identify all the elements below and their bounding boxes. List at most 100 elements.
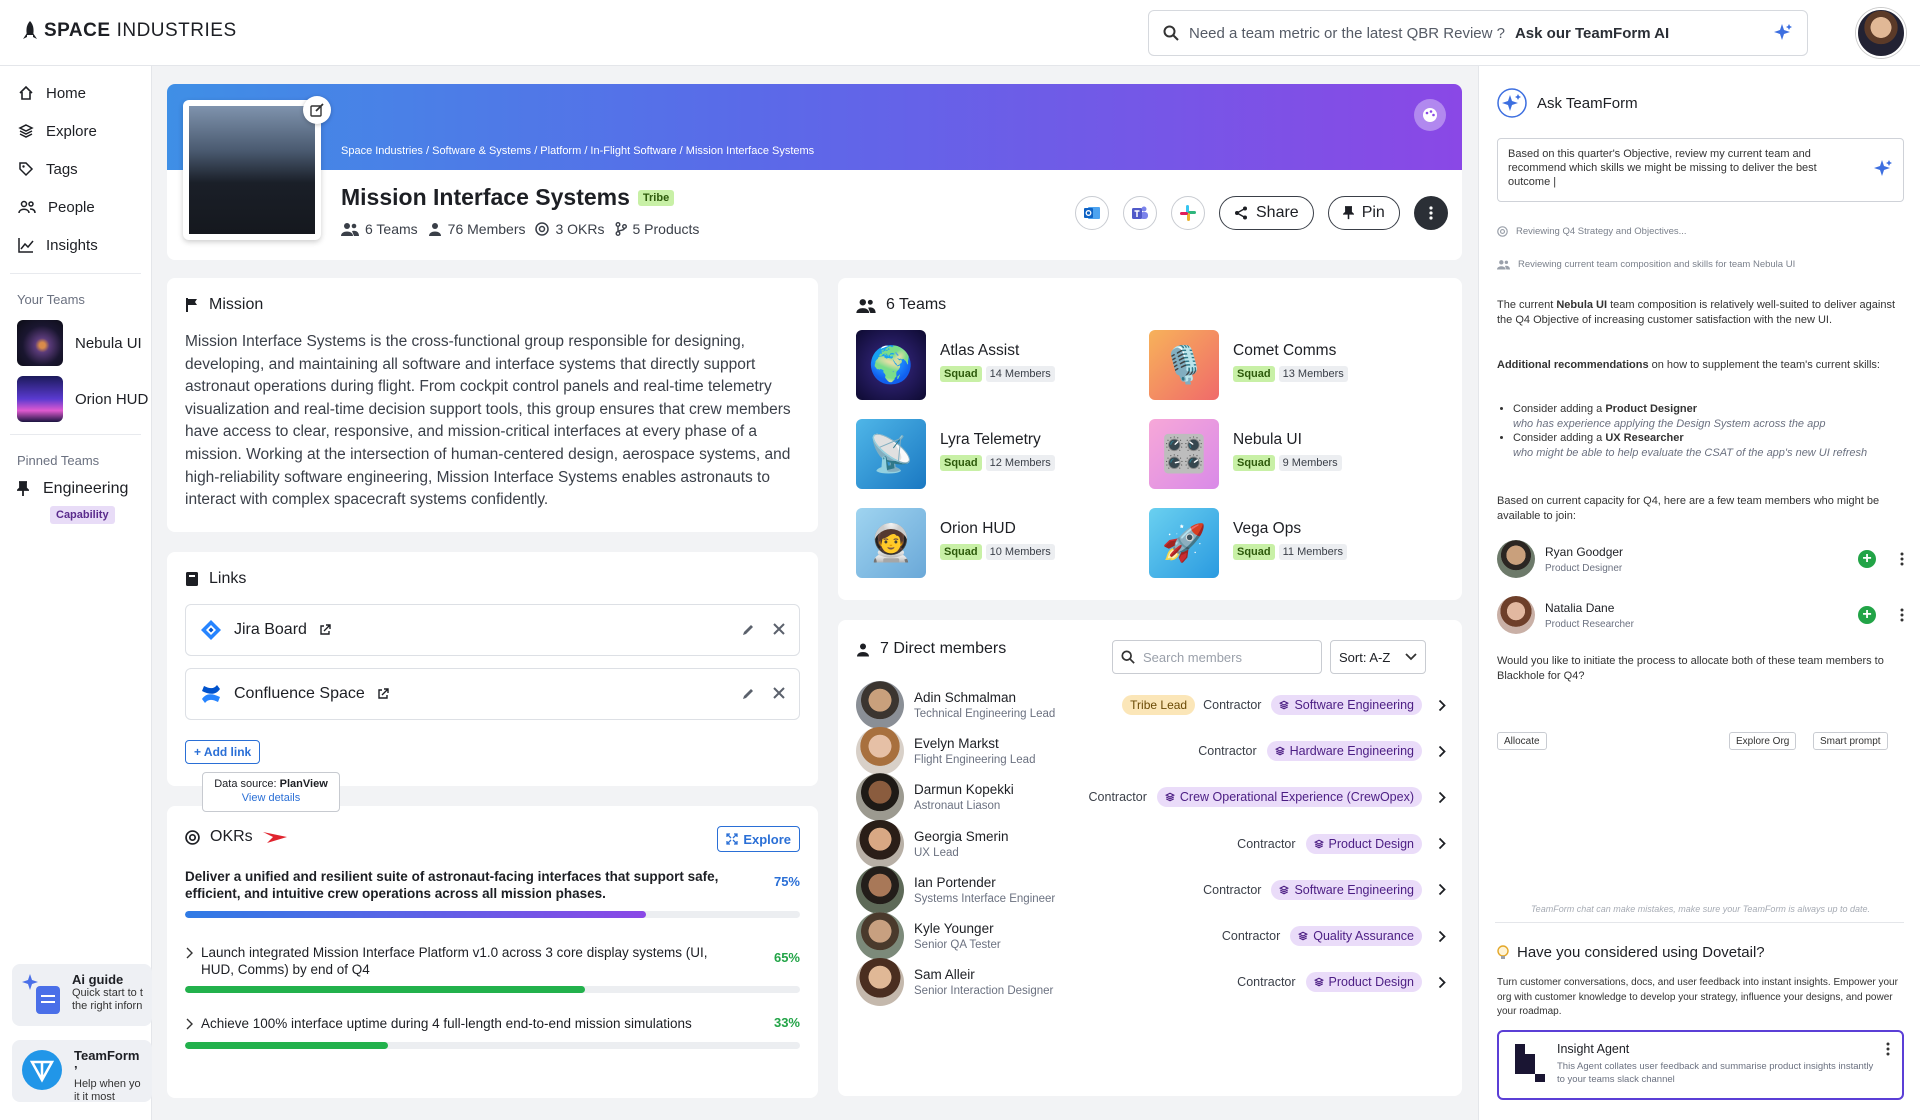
view-details-link[interactable]: View details	[203, 792, 339, 804]
chevron-right-icon[interactable]	[1438, 745, 1446, 758]
capability-badge[interactable]: Software Engineering	[1271, 695, 1422, 715]
okr-sub-progress	[185, 1042, 800, 1049]
okrs-title: OKRs	[210, 828, 253, 845]
allocate-button[interactable]: Allocate	[1497, 732, 1547, 750]
chevron-right-icon[interactable]	[1438, 976, 1446, 989]
chevron-down-icon	[1405, 653, 1417, 661]
sidebar-team-nebula-ui[interactable]: Nebula UI	[0, 315, 151, 371]
kebab-icon[interactable]	[1900, 608, 1904, 622]
chevron-right-icon[interactable]	[1438, 930, 1446, 943]
capability-label: Hardware Engineering	[1289, 744, 1414, 759]
capability-badge[interactable]: Product Design	[1305, 833, 1422, 854]
member-name: Darmun Kopekki	[914, 782, 1014, 798]
tribe-lead-badge: Tribe Lead	[1122, 695, 1196, 715]
brand-logo[interactable]: SPACE INDUSTRIES	[22, 20, 237, 42]
kebab-icon[interactable]	[1886, 1042, 1890, 1056]
team-tile-comet-comms[interactable]: 🎙️ Comet Comms Squad 13 Members	[1149, 330, 1348, 400]
sort-select[interactable]: Sort: A-Z	[1330, 640, 1426, 674]
link-actions	[741, 623, 785, 637]
member-name: Georgia Smerin	[914, 828, 1009, 844]
palette-button[interactable]	[1414, 99, 1446, 131]
pencil-icon[interactable]	[741, 687, 755, 701]
layers-icon	[18, 124, 34, 138]
member-count: 12 Members	[985, 455, 1055, 471]
close-icon[interactable]	[773, 623, 785, 635]
nav-label: Insights	[46, 236, 98, 254]
teamform-logo-icon	[22, 1050, 62, 1090]
okr-sub-1[interactable]: Launch integrated Mission Interface Plat…	[185, 944, 800, 993]
person-role: Product Designer	[1545, 562, 1623, 574]
search-members-input[interactable]: Search members	[1112, 640, 1322, 674]
astronaut-icon: 🧑‍🚀	[856, 508, 926, 578]
member-row[interactable]: Sam Alleir Senior Interaction Designer Con…	[856, 957, 1448, 1007]
suggested-person[interactable]: Natalia Dane Product Researcher +	[1497, 596, 1904, 634]
team-tile-lyra-telemetry[interactable]: 📡 Lyra Telemetry Squad 12 Members	[856, 419, 1055, 489]
member-row[interactable]: Georgia Smerin UX Lead Contractor Product D…	[856, 819, 1448, 869]
insight-agent-card[interactable]: Insight Agent This Agent collates user fe…	[1497, 1030, 1904, 1100]
capability-badge[interactable]: Quality Assurance	[1290, 926, 1422, 946]
sidebar-team-orion-hud[interactable]: Orion HUD	[0, 371, 151, 427]
member-row[interactable]: Ian Portender Systems Interface Engineer C…	[856, 865, 1448, 915]
chevron-right-icon[interactable]	[1438, 883, 1446, 896]
header-actions: Share Pin	[1075, 196, 1448, 230]
suggested-person[interactable]: Ryan Goodger Product Designer +	[1497, 540, 1904, 578]
add-link-button[interactable]: + Add link	[185, 740, 261, 764]
kebab-icon[interactable]	[1900, 552, 1904, 566]
team-tile-orion-hud[interactable]: 🧑‍🚀 Orion HUD Squad 10 Members	[856, 508, 1055, 578]
ai-guide-promo[interactable]: Ai guide Quick start to t the right info…	[12, 964, 152, 1026]
pencil-icon[interactable]	[741, 623, 755, 637]
smart-prompt-button[interactable]: Smart prompt	[1813, 732, 1888, 750]
team-tile-vega-ops[interactable]: 🚀 Vega Ops Squad 11 Members	[1149, 508, 1347, 578]
okr-explore-button[interactable]: Explore	[717, 826, 800, 852]
teamform-promo[interactable]: TeamForm ’ Help when yo it it most	[12, 1040, 152, 1102]
close-icon[interactable]	[773, 687, 785, 699]
add-person-icon[interactable]: +	[1858, 550, 1876, 568]
ai-search-bar[interactable]: Need a team metric or the latest QBR Rev…	[1148, 10, 1808, 56]
member-row[interactable]: Evelyn Markst Flight Engineering Lead Cont…	[856, 726, 1448, 776]
outlook-button[interactable]	[1075, 196, 1109, 230]
layers-icon	[1279, 700, 1290, 710]
member-row[interactable]: Adin Schmalman Technical Engineering Lead…	[856, 680, 1448, 730]
nav-people[interactable]: People	[0, 188, 151, 226]
chevron-right-icon[interactable]	[185, 1018, 193, 1030]
chevron-right-icon[interactable]	[1438, 699, 1446, 712]
capability-badge[interactable]: Hardware Engineering	[1266, 741, 1422, 762]
nav-insights[interactable]: Insights	[0, 226, 151, 264]
nav-explore[interactable]: Explore	[0, 112, 151, 150]
slack-button[interactable]	[1171, 196, 1205, 230]
link-confluence[interactable]: Confluence Space	[185, 668, 800, 720]
dovetail-heading: Have you considered using Dovetail?	[1497, 944, 1904, 961]
link-jira[interactable]: Jira Board	[185, 604, 800, 656]
member-row[interactable]: Darmun Kopekki Astronaut Liason Contractor…	[856, 772, 1448, 822]
pinned-team-engineering[interactable]: Engineering	[0, 476, 151, 498]
ai-prompt-input[interactable]: Based on this quarter's Objective, revie…	[1497, 138, 1904, 202]
resp-text: The current	[1497, 299, 1557, 311]
pin-button[interactable]: Pin	[1327, 196, 1400, 230]
chevron-right-icon[interactable]	[185, 947, 193, 959]
edit-photo-button[interactable]	[303, 96, 331, 124]
team-tags: Squad 10 Members	[940, 544, 1055, 560]
more-options-button[interactable]	[1413, 196, 1448, 230]
member-count: 10 Members	[985, 544, 1055, 560]
chevron-right-icon[interactable]	[1438, 837, 1446, 850]
capability-badge[interactable]: Crew Operational Experience (CrewOpex)	[1156, 787, 1422, 808]
team-tile-nebula-ui[interactable]: 🎛️ Nebula UI Squad 9 Members	[1149, 419, 1342, 489]
teams-button[interactable]	[1123, 196, 1157, 230]
share-button[interactable]: Share	[1219, 196, 1314, 230]
add-person-icon[interactable]: +	[1858, 606, 1876, 624]
chevron-right-icon[interactable]	[1438, 791, 1446, 804]
user-avatar[interactable]	[1856, 8, 1906, 58]
nav-home[interactable]: Home	[0, 74, 151, 112]
capability-badge[interactable]: Product Design	[1305, 972, 1422, 993]
okr-main[interactable]: Deliver a unified and resilient suite of…	[185, 868, 800, 918]
okr-sub-2[interactable]: Achieve 100% interface uptime during 4 f…	[185, 1015, 800, 1049]
explore-org-button[interactable]: Explore Org	[1729, 732, 1797, 750]
prompt-text: Based on this quarter's Objective, revie…	[1508, 148, 1817, 188]
nav-tags[interactable]: Tags	[0, 150, 151, 188]
breadcrumb[interactable]: Space Industries / Software & Systems / …	[341, 145, 814, 157]
okr-sub-row: Launch integrated Mission Interface Plat…	[185, 944, 800, 978]
member-row[interactable]: Kyle Younger Senior QA Tester Contractor Qu…	[856, 911, 1448, 961]
team-tile-atlas-assist[interactable]: 🌍 Atlas Assist Squad 14 Members	[856, 330, 1055, 400]
sparkle-icon[interactable]	[1873, 159, 1893, 179]
capability-badge[interactable]: Software Engineering	[1271, 879, 1422, 900]
